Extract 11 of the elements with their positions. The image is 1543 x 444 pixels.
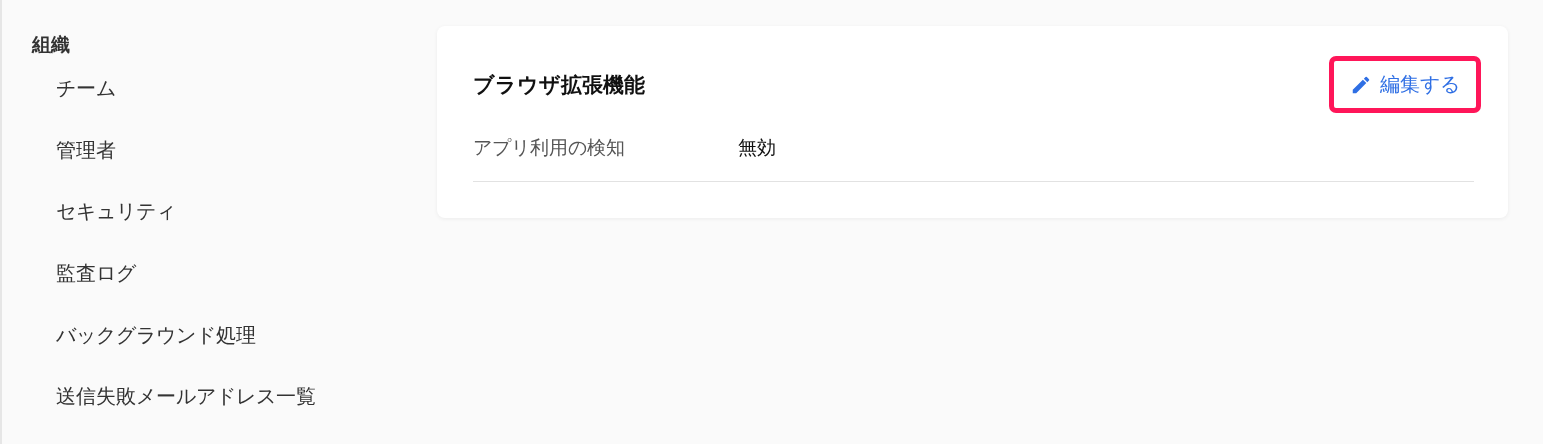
sidebar-item[interactable]: 管理者 [32, 135, 437, 198]
field-value: 無効 [738, 135, 776, 160]
sidebar-item[interactable]: チーム [32, 74, 437, 136]
sidebar-item[interactable]: バックグラウンド処理 [32, 320, 437, 383]
sidebar-heading: 組織 [32, 32, 71, 57]
edit-button[interactable]: 編集する [1329, 56, 1481, 113]
sidebar-item[interactable]: 送信失敗メールアドレス一覧 [32, 382, 437, 444]
field-label: アプリ利用の検知 [473, 135, 626, 160]
sidebar-item[interactable]: 監査ログ [32, 259, 437, 321]
card-title: ブラウザ拡張機能 [473, 71, 645, 99]
sidebar-item[interactable]: セキュリティ [32, 197, 437, 259]
